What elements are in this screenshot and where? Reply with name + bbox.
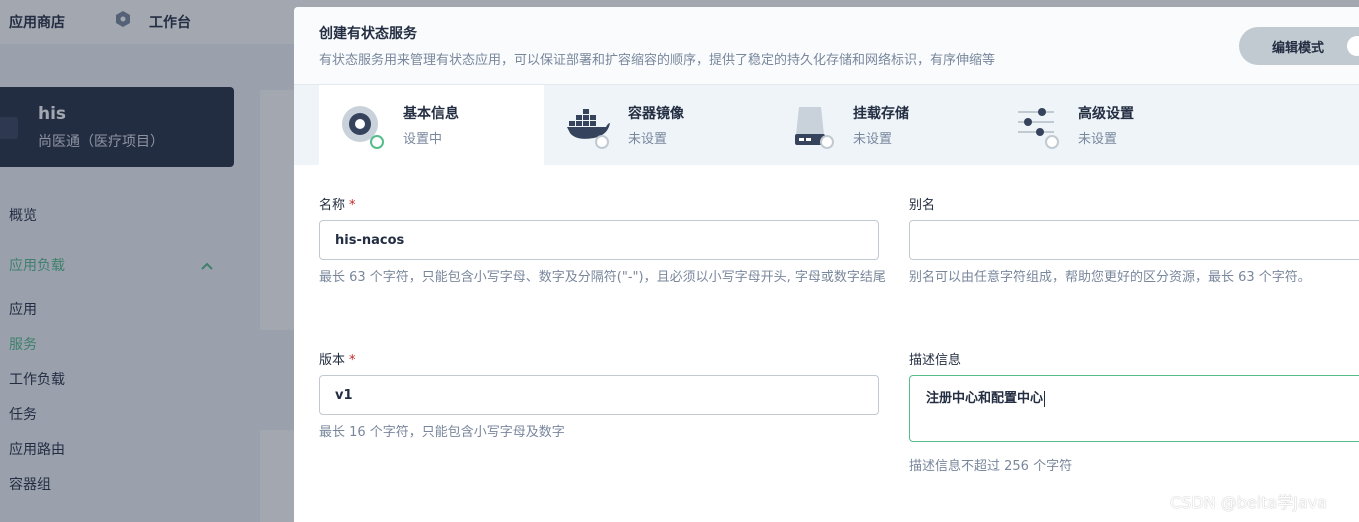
docker-icon [567,109,610,149]
edit-mode-label: 编辑模式 [1272,41,1325,56]
storage-icon [795,107,834,149]
tab-basic-info[interactable]: 基本信息 设置中 [319,85,544,165]
tab-container-image[interactable]: 容器镜像 未设置 [544,85,769,165]
gear-icon [342,106,384,149]
tab-status: 设置中 [403,132,443,147]
required-mark: * [349,198,356,213]
watermark: CSDN @beita学Java [1170,493,1328,512]
step-tabs: 基本信息 设置中 容器镜像 未设置 挂载存储 未设置 高级设置 未设置 [294,85,1359,165]
description-textarea[interactable]: 注册中心和配置中心 [909,375,1359,442]
tab-status: 未设置 [1078,132,1118,147]
description-hint: 描述信息不超过 256 个字符 [909,459,1073,474]
tab-advanced[interactable]: 高级设置 未设置 [994,85,1219,165]
alias-field-label: 别名 [909,198,936,213]
tab-storage[interactable]: 挂载存储 未设置 [769,85,994,165]
sliders-icon [1018,108,1059,149]
tab-status: 未设置 [853,132,893,147]
tab-title: 挂载存储 [853,106,909,122]
text-cursor [1044,390,1046,407]
toggle-knob [1347,36,1359,56]
tab-title: 基本信息 [403,106,459,122]
description-field-label: 描述信息 [909,353,962,368]
version-hint: 最长 16 个字符，只能包含小写字母及数字 [319,425,565,440]
tab-title: 容器镜像 [628,106,684,122]
modal-description: 有状态服务用来管理有状态应用，可以保证部署和扩容缩容的顺序，提供了稳定的持久化存… [319,53,996,68]
name-field-label: 名称 * [319,198,356,213]
create-statefulset-modal: 创建有状态服务 有状态服务用来管理有状态应用，可以保证部署和扩容缩容的顺序，提供… [294,7,1359,522]
alias-input[interactable] [909,220,1359,260]
name-input[interactable] [319,220,879,260]
tab-status: 未设置 [628,132,668,147]
version-field-label: 版本 * [319,353,356,368]
modal-header: 创建有状态服务 有状态服务用来管理有状态应用，可以保证部署和扩容缩容的顺序，提供… [294,7,1359,85]
version-input[interactable] [319,375,879,415]
edit-mode-toggle[interactable]: 编辑模式 [1239,27,1359,65]
modal-title: 创建有状态服务 [319,26,417,42]
alias-hint: 别名可以由任意字符组成，帮助您更好的区分资源，最长 63 个字符。 [909,270,1311,285]
tab-title: 高级设置 [1078,106,1134,122]
required-mark: * [349,353,356,368]
name-hint: 最长 63 个字符，只能包含小写字母、数字及分隔符("-")，且必须以小写字母开… [319,270,886,285]
